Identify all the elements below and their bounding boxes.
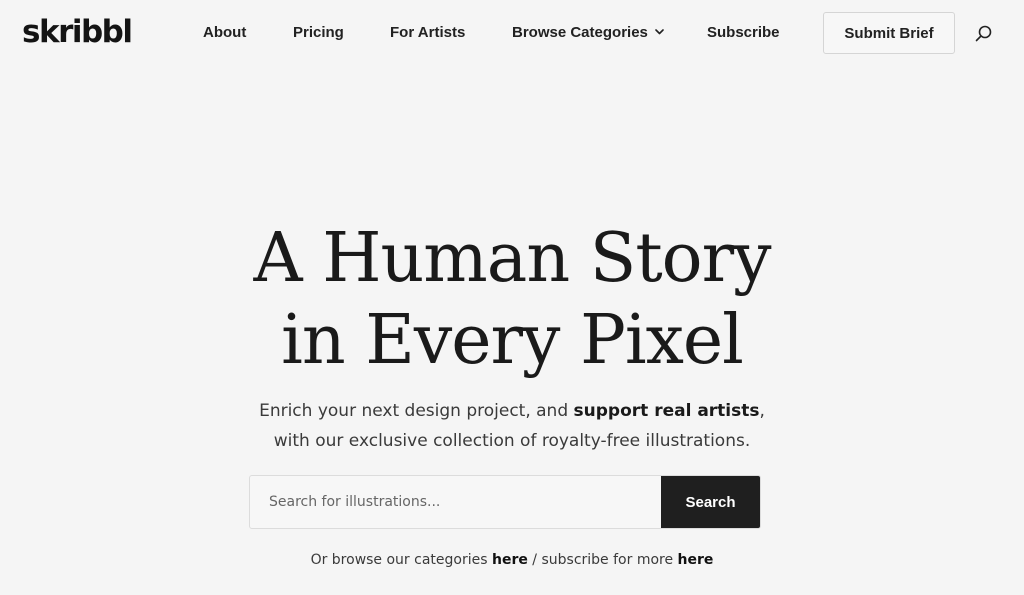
nav-pricing[interactable]: Pricing bbox=[293, 22, 344, 44]
search-input[interactable] bbox=[250, 476, 661, 528]
hero-subtitle: Enrich your next design project, and sup… bbox=[0, 396, 1024, 456]
skribbl-logo[interactable]: skribbl bbox=[22, 12, 133, 52]
nav-browse-categories-label: Browse Categories bbox=[512, 24, 648, 41]
browse-links: Or browse our categories here / subscrib… bbox=[0, 549, 1024, 571]
hero-title-line1: A Human Story bbox=[253, 219, 771, 298]
search-button[interactable]: Search bbox=[661, 476, 760, 528]
search-icon[interactable] bbox=[974, 24, 994, 44]
illustration-search-form: Search bbox=[249, 475, 761, 529]
chevron-down-icon bbox=[655, 20, 664, 42]
browse-categories-link[interactable]: here bbox=[492, 552, 528, 568]
hero-subtitle-part2: , bbox=[759, 401, 765, 421]
hero-title-line2: in Every Pixel bbox=[281, 301, 744, 380]
subscribe-link[interactable]: here bbox=[678, 552, 714, 568]
nav-browse-categories[interactable]: Browse Categories bbox=[512, 22, 664, 44]
browse-middle: / subscribe for more bbox=[527, 552, 678, 568]
nav-for-artists[interactable]: For Artists bbox=[390, 22, 465, 44]
hero-subtitle-line2: with our exclusive collection of royalty… bbox=[273, 431, 751, 451]
hero-title: A Human Story in Every Pixel bbox=[0, 218, 1024, 382]
nav-about[interactable]: About bbox=[203, 22, 246, 44]
hero-subtitle-part1: Enrich your next design project, and bbox=[259, 401, 574, 421]
nav-subscribe[interactable]: Subscribe bbox=[707, 22, 780, 44]
browse-prefix: Or browse our categories bbox=[310, 552, 492, 568]
site-header: skribbl About Pricing For Artists Browse… bbox=[0, 0, 1024, 68]
hero-subtitle-emphasis: support real artists bbox=[573, 401, 760, 421]
submit-brief-button[interactable]: Submit Brief bbox=[823, 12, 955, 54]
